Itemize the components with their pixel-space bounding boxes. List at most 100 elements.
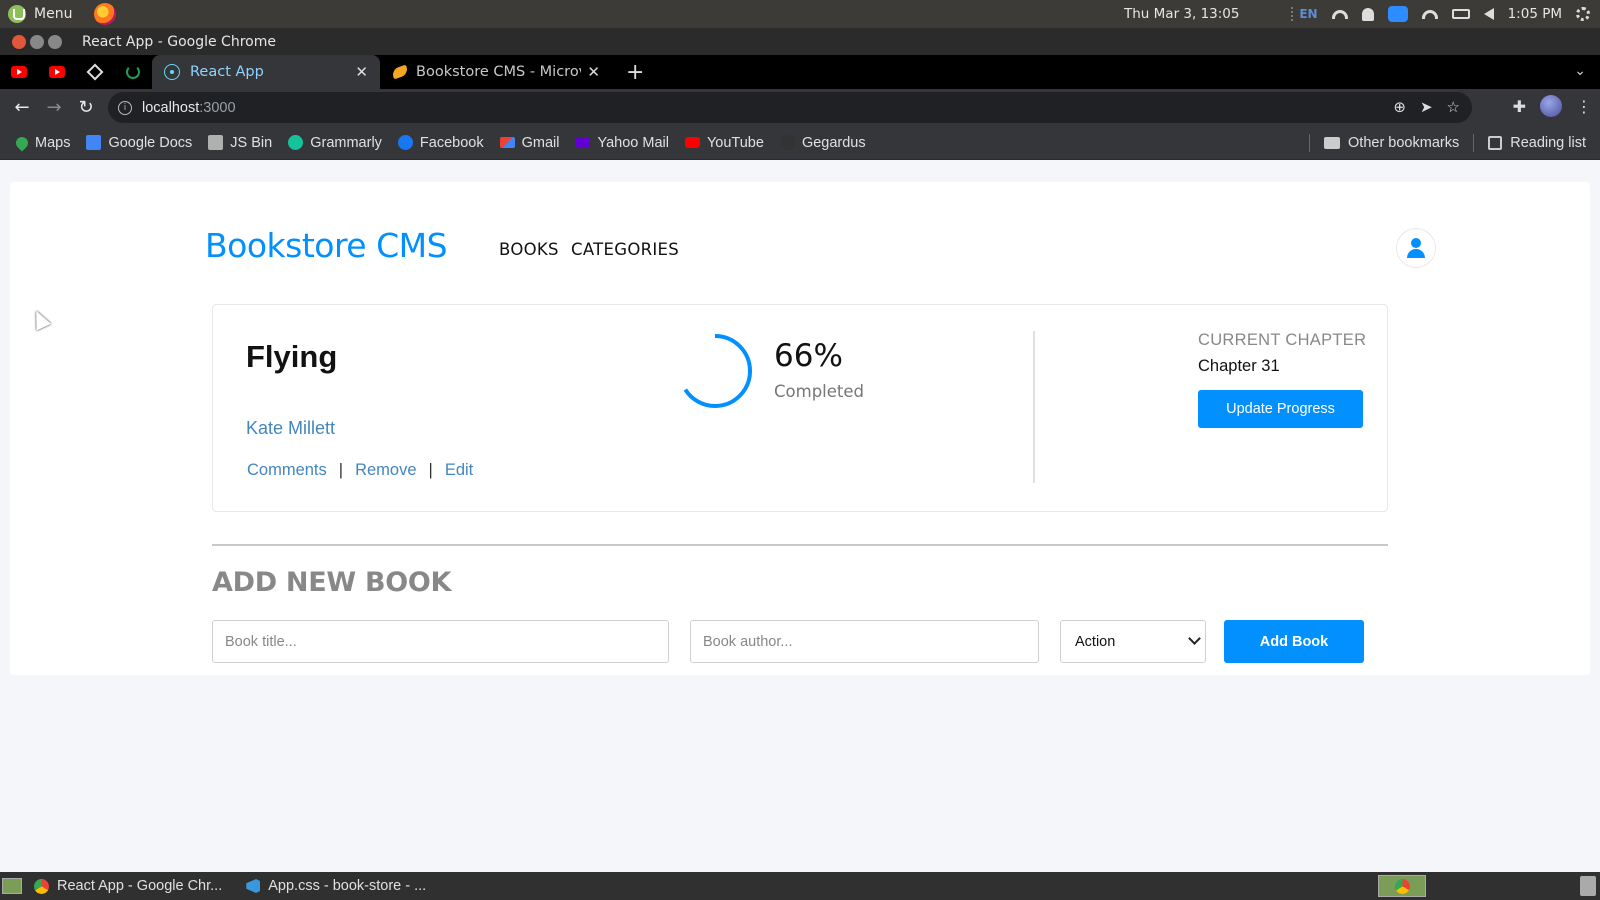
send-to-device-icon[interactable]: ➤ bbox=[1420, 98, 1433, 116]
bookmarks-right: Other bookmarks Reading list bbox=[1303, 126, 1594, 160]
bookmark-gmail[interactable]: Gmail bbox=[492, 135, 568, 151]
jsbin-icon bbox=[208, 135, 224, 150]
url-host: localhost bbox=[142, 99, 200, 116]
youtube-icon bbox=[684, 137, 700, 148]
remove-button[interactable]: Remove bbox=[355, 461, 416, 480]
edit-button[interactable]: Edit bbox=[445, 461, 473, 480]
reading-list[interactable]: Reading list bbox=[1480, 135, 1594, 151]
pinned-tab-youtube-2[interactable] bbox=[38, 55, 76, 89]
extensions-puzzle-icon[interactable]: ✚ bbox=[1513, 97, 1526, 116]
bookmarks-bar: Maps Google Docs JS Bin Grammarly Facebo… bbox=[0, 126, 1600, 160]
tab-react-app[interactable]: React App ✕ bbox=[152, 55, 380, 89]
bookmark-js-bin[interactable]: JS Bin bbox=[200, 135, 280, 151]
facebook-icon bbox=[397, 135, 413, 150]
bookmark-facebook[interactable]: Facebook bbox=[390, 135, 492, 151]
os-top-panel: Menu Thu Mar 3, 13:05 EN 1:05 PM bbox=[0, 0, 1600, 28]
add-book-button[interactable]: Add Book bbox=[1224, 620, 1364, 663]
notification-bell-icon[interactable] bbox=[1361, 7, 1374, 21]
taskbar-item-vscode[interactable]: App.css - book-store - ... bbox=[234, 872, 438, 900]
bookmark-label: Gmail bbox=[521, 134, 560, 151]
bookmark-gegardus[interactable]: Gegardus bbox=[772, 135, 874, 151]
address-bar[interactable]: i localhost :3000 ⊕ ➤ ☆ bbox=[108, 92, 1472, 123]
progress-ring-arc bbox=[678, 334, 752, 408]
bookmark-label: Facebook bbox=[419, 134, 484, 151]
back-arrow-icon[interactable]: ← bbox=[6, 92, 38, 124]
window-title: React App - Google Chrome bbox=[82, 33, 276, 50]
reload-icon[interactable]: ↻ bbox=[70, 92, 102, 124]
nav-books[interactable]: BOOKS bbox=[499, 240, 559, 259]
zoom-icon[interactable]: ⊕ bbox=[1393, 98, 1406, 116]
other-bookmarks-label: Other bookmarks bbox=[1348, 135, 1460, 151]
toolbar-actions: ✚ ⋮ bbox=[1513, 95, 1592, 117]
tab-bookstore-microverse[interactable]: Bookstore CMS - Microver ✕ bbox=[380, 55, 612, 89]
user-profile-button[interactable] bbox=[1396, 228, 1436, 268]
wifi-icon[interactable] bbox=[1331, 9, 1348, 19]
browser-toolbar: ← → ↻ i localhost :3000 ⊕ ➤ ☆ ✚ ⋮ bbox=[0, 89, 1600, 126]
user-icon bbox=[1405, 237, 1427, 259]
mint-logo-icon bbox=[8, 5, 26, 23]
bookmark-yahoo-mail[interactable]: Yahoo Mail bbox=[567, 135, 676, 151]
grammarly-icon bbox=[288, 135, 304, 150]
os-menu-label: Menu bbox=[34, 6, 73, 22]
add-book-heading: ADD NEW BOOK bbox=[212, 567, 452, 598]
pinned-tab-codesandbox[interactable] bbox=[76, 55, 114, 89]
action-separator: | bbox=[428, 461, 433, 479]
github-icon bbox=[779, 135, 795, 150]
os-clock[interactable]: Thu Mar 3, 13:05 bbox=[1124, 6, 1240, 22]
category-select[interactable]: Action bbox=[1060, 620, 1206, 663]
workspace-switcher[interactable] bbox=[1378, 875, 1426, 897]
brand-logo[interactable]: Bookstore CMS bbox=[205, 226, 448, 265]
new-tab-button[interactable]: + bbox=[626, 55, 644, 89]
window-minimize-button[interactable] bbox=[30, 34, 44, 49]
youtube-icon bbox=[49, 66, 65, 78]
chrome-menu-icon[interactable]: ⋮ bbox=[1576, 97, 1592, 116]
settings-gear-icon[interactable] bbox=[1576, 7, 1590, 21]
window-maximize-button[interactable] bbox=[48, 34, 62, 49]
window-titlebar: React App - Google Chrome bbox=[0, 28, 1600, 55]
update-progress-button[interactable]: Update Progress bbox=[1198, 390, 1363, 428]
bookmark-grammarly[interactable]: Grammarly bbox=[280, 135, 390, 151]
book-actions: Comments | Remove | Edit bbox=[247, 461, 473, 480]
bookmarks-divider bbox=[1309, 134, 1311, 152]
taskbar-item-chrome[interactable]: React App - Google Chr... bbox=[22, 872, 234, 900]
book-author[interactable]: Kate Millett bbox=[246, 418, 335, 439]
bookmark-label: Grammarly bbox=[310, 134, 382, 151]
taskbar-item-label: App.css - book-store - ... bbox=[268, 878, 427, 894]
bookmark-maps[interactable]: Maps bbox=[8, 134, 78, 151]
window-close-button[interactable] bbox=[12, 34, 26, 49]
network-icon[interactable] bbox=[1421, 9, 1438, 19]
book-author-input[interactable] bbox=[690, 620, 1039, 663]
maps-icon bbox=[13, 134, 31, 151]
profile-avatar[interactable] bbox=[1540, 95, 1562, 117]
trash-icon[interactable] bbox=[1580, 876, 1596, 896]
bookmark-star-icon[interactable]: ☆ bbox=[1447, 98, 1460, 116]
current-chapter-label: CURRENT CHAPTER bbox=[1198, 331, 1367, 349]
os-menu-button[interactable]: Menu bbox=[0, 3, 117, 25]
zoom-app-icon[interactable] bbox=[1387, 6, 1408, 22]
show-desktop-button[interactable] bbox=[2, 878, 22, 894]
battery-icon[interactable] bbox=[1451, 9, 1470, 19]
bookmark-youtube[interactable]: YouTube bbox=[677, 135, 772, 151]
nav-categories[interactable]: CATEGORIES bbox=[571, 240, 679, 259]
folder-icon bbox=[1324, 137, 1341, 149]
keyboard-layout-indicator[interactable]: EN bbox=[1291, 7, 1318, 21]
tab-search-chevron-icon[interactable]: ⌄ bbox=[1574, 63, 1586, 79]
category-selected-value: Action bbox=[1075, 633, 1116, 650]
pinned-tab-youtube-1[interactable] bbox=[0, 55, 38, 89]
tab-close-icon[interactable]: ✕ bbox=[587, 63, 600, 81]
firefox-launcher-icon[interactable] bbox=[94, 3, 117, 25]
other-bookmarks[interactable]: Other bookmarks bbox=[1316, 135, 1467, 151]
tray-time[interactable]: 1:05 PM bbox=[1508, 6, 1562, 22]
loading-spinner-icon bbox=[126, 65, 140, 79]
site-info-icon[interactable]: i bbox=[118, 100, 132, 115]
comments-button[interactable]: Comments bbox=[247, 461, 327, 480]
bookmark-label: Google Docs bbox=[108, 134, 193, 151]
tab-title: React App bbox=[190, 64, 264, 80]
volume-icon[interactable] bbox=[1483, 8, 1494, 20]
tab-close-icon[interactable]: ✕ bbox=[355, 63, 368, 81]
bookmark-google-docs[interactable]: Google Docs bbox=[78, 135, 200, 151]
pinned-tab-loading[interactable] bbox=[114, 55, 152, 89]
book-title-input[interactable] bbox=[212, 620, 669, 663]
forward-arrow-icon[interactable]: → bbox=[38, 92, 70, 124]
react-icon bbox=[164, 64, 180, 80]
